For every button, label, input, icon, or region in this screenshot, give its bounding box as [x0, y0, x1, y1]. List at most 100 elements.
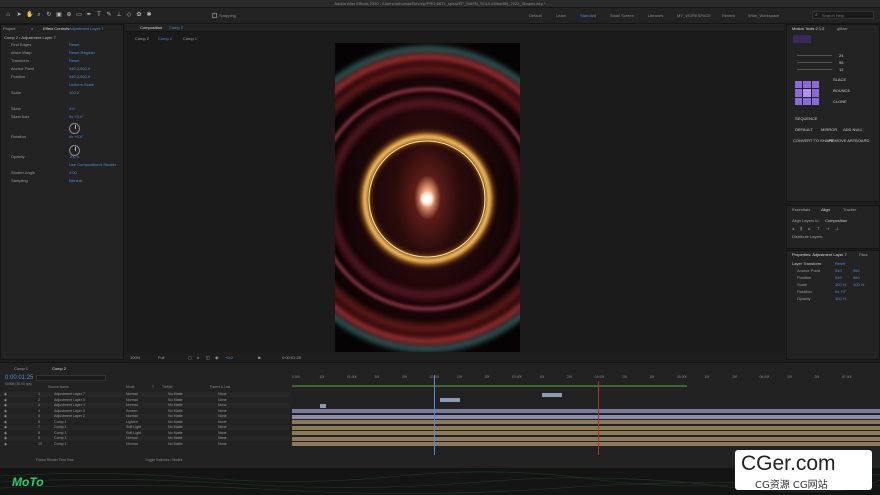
align-top-icon[interactable]: ⊤ — [816, 226, 819, 232]
align-center-h-icon[interactable]: ⫼ — [800, 226, 802, 232]
effect-row-value[interactable]: 0.0 — [69, 106, 75, 111]
layer-duration-bar[interactable] — [440, 398, 460, 402]
layer-row[interactable]: 7 Comp 1 Soft Light No Matte None ◉ — [0, 425, 290, 430]
effect-row-value[interactable]: Uniform Scale — [69, 82, 94, 87]
layer-duration-bar[interactable] — [292, 442, 880, 446]
breadcrumb-1[interactable]: Comp 2 — [135, 36, 149, 41]
anchor-grid[interactable] — [795, 81, 819, 105]
resolution-select[interactable]: Full — [158, 355, 164, 360]
slider-1[interactable] — [797, 55, 832, 56]
exposure-value[interactable]: +0.0 — [225, 355, 233, 360]
layer-trk[interactable]: No Matte — [168, 436, 183, 441]
effect-row-value[interactable]: 0x +0.0° — [69, 134, 84, 139]
channel-icon[interactable]: ◉ — [215, 355, 219, 360]
pen-tool-icon[interactable]: ✒ — [86, 12, 92, 18]
prop-value-1[interactable]: 100 % — [835, 282, 846, 287]
skew-axis-dial[interactable] — [69, 123, 80, 134]
layer-num[interactable]: 9 — [38, 436, 40, 441]
tab-effect-controls[interactable]: Effect Controls — [43, 26, 69, 31]
visibility-eye-icon[interactable]: ◉ — [4, 414, 7, 419]
layer-mode[interactable]: Normal — [126, 398, 138, 403]
mask-icon[interactable]: ◫ — [206, 355, 210, 360]
effect-row-value[interactable]: Use Composition's Shutter — [69, 162, 116, 167]
layer-num[interactable]: 7 — [38, 425, 40, 430]
layer-mode[interactable]: Normal — [126, 392, 138, 397]
hand-tool-icon[interactable]: ✋ — [26, 12, 33, 18]
region-icon[interactable]: ▢ — [188, 355, 192, 360]
layer-num[interactable]: 8 — [38, 431, 40, 436]
playhead[interactable] — [434, 375, 435, 455]
remove-artboard-button[interactable]: REMOVE ARTBOARD — [829, 138, 869, 143]
layer-trk[interactable]: No Matte — [168, 398, 183, 403]
layer-duration-bar[interactable] — [292, 409, 880, 413]
layer-row[interactable]: 9 Comp 1 Normal No Matte None ◉ — [0, 436, 290, 441]
effect-row-value[interactable]: 540.0,960.0 — [69, 74, 90, 79]
sequence-button[interactable]: SEQUENCE — [795, 116, 817, 121]
layer-duration-bar[interactable] — [292, 436, 880, 441]
effect-row-value[interactable]: Reset — [69, 58, 79, 63]
layer-trk[interactable]: No Matte — [168, 414, 183, 419]
layer-num[interactable]: 4 — [38, 409, 40, 414]
workspace-wide[interactable]: Wide_Workspace — [748, 13, 779, 18]
eraser-tool-icon[interactable]: ◇ — [126, 12, 132, 18]
search-help-input[interactable]: ⌕ Search Help — [812, 11, 874, 19]
workspace-standard[interactable]: Standard — [580, 13, 596, 18]
layer-row[interactable]: 4 Adjustment Layer 3 Screen No Matte None ◉ — [0, 409, 290, 414]
home-icon[interactable]: ⌂ — [5, 12, 11, 18]
layer-mode[interactable]: Normal — [126, 403, 138, 408]
layer-parent[interactable]: None — [218, 398, 227, 403]
prop-value-1[interactable]: 540 — [835, 275, 842, 280]
prop-value-2[interactable]: 100 % — [853, 282, 864, 287]
layer-trk[interactable]: No Matte — [168, 409, 183, 414]
layer-parent[interactable]: None — [218, 392, 227, 397]
layer-num[interactable]: 6 — [38, 420, 40, 425]
layer-mode[interactable]: Lighten — [126, 420, 138, 425]
layer-row[interactable]: 2 Adjustment Layer 5 Normal No Matte None ◉ — [0, 398, 290, 403]
layer-mode[interactable]: Soft Light — [126, 425, 141, 430]
work-area-bar[interactable] — [292, 385, 687, 387]
effect-row-value[interactable]: Reset — [69, 42, 79, 47]
workspace-small-screen[interactable]: Small Screen — [610, 13, 634, 18]
workspace-review[interactable]: Review — [722, 13, 735, 18]
layer-duration-bar[interactable] — [292, 431, 880, 435]
workspace-learn[interactable]: Learn — [556, 13, 566, 18]
layer-mode[interactable]: Soft Light — [126, 431, 141, 436]
rectangle-tool-icon[interactable]: ▭ — [76, 12, 82, 18]
layer-num[interactable]: 2 — [38, 398, 40, 403]
layer-num[interactable]: 10 — [38, 442, 42, 447]
tab-project[interactable]: Project — [3, 26, 15, 31]
zoom-select[interactable]: 100% — [130, 355, 140, 360]
layer-duration-bar[interactable] — [292, 414, 880, 419]
visibility-eye-icon[interactable]: ◉ — [4, 392, 7, 397]
layer-parent[interactable]: None — [218, 420, 227, 425]
clone-stamp-icon[interactable]: ⊥ — [116, 12, 122, 18]
layer-duration-bar[interactable] — [320, 403, 326, 408]
align-bottom-icon[interactable]: ⊥ — [835, 226, 838, 232]
visibility-eye-icon[interactable]: ◉ — [4, 420, 7, 425]
workspace-default[interactable]: Default — [529, 13, 542, 18]
camera-snapshot-icon[interactable]: ◙ — [258, 355, 260, 360]
slace-button[interactable]: SLACE — [833, 77, 846, 82]
layer-mode[interactable]: Normal — [126, 414, 138, 419]
layer-parent[interactable]: None — [218, 414, 227, 419]
layer-duration-bar[interactable] — [292, 420, 880, 424]
breadcrumb-2[interactable]: Comp 2 — [158, 36, 172, 41]
visibility-eye-icon[interactable]: ◉ — [4, 425, 7, 430]
layer-parent[interactable]: None — [218, 431, 227, 436]
layer-parent[interactable]: None — [218, 442, 227, 447]
effect-row-value[interactable]: 0.00 — [69, 170, 77, 175]
effect-row-value[interactable]: Bilinear — [69, 178, 82, 183]
slider-value-1[interactable]: 24 — [839, 53, 843, 58]
breadcrumb-3[interactable]: Comp 1 — [183, 36, 197, 41]
prop-value-2[interactable]: 960 — [853, 275, 860, 280]
align-target-select[interactable]: Composition — [825, 218, 847, 223]
toggle-switches-modes[interactable]: Toggle Switches / Modes — [145, 458, 183, 462]
effect-row-value[interactable]: 0x +0.0° — [69, 114, 84, 119]
layer-parent[interactable]: None — [218, 409, 227, 414]
visibility-eye-icon[interactable]: ◉ — [4, 436, 7, 441]
layer-mode[interactable]: Normal — [126, 442, 138, 447]
slider-value-2[interactable]: 96 — [839, 60, 843, 65]
slider-value-3[interactable]: 12 — [839, 67, 843, 72]
pan-behind-tool-icon[interactable]: ⊕ — [66, 12, 72, 18]
selection-tool-icon[interactable]: ➤ — [16, 12, 22, 18]
